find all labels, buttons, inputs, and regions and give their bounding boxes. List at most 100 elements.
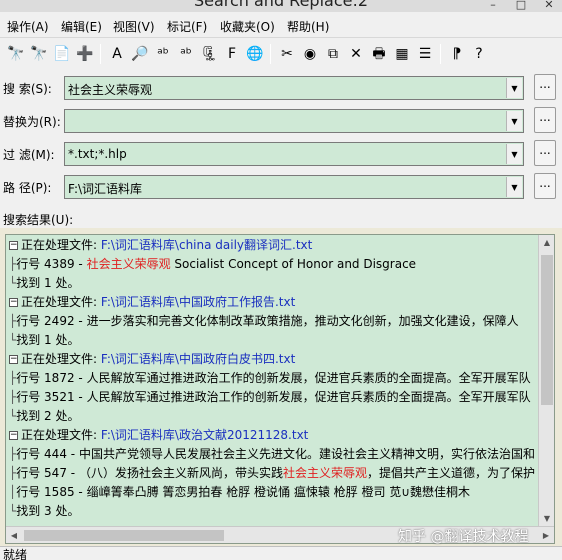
path-label: 路 径(P): [3, 181, 52, 195]
notes-icon[interactable]: ▦ [392, 44, 412, 64]
status-text: 就绪 [3, 548, 28, 560]
menu-help[interactable]: 帮助(H) [287, 18, 329, 35]
tree-found-node: └找到 3 处。 [9, 502, 80, 521]
copy-icon[interactable]: ⧉ [323, 44, 343, 64]
collapse-icon[interactable]: − [9, 355, 18, 364]
line-pre: 人民解放军通过推进政治工作的创新发展，促进官兵素质的全面提高。全军开展军队 [86, 371, 531, 385]
found-text: 找到 1 处。 [16, 333, 80, 347]
tree-line-node[interactable]: ├行号 4389 - 社会主义荣辱观 Socialist Concept of … [9, 255, 416, 274]
print-icon[interactable]: 🖶 [369, 44, 389, 64]
search-replace-abc-icon[interactable]: ᵃᵇ [176, 44, 196, 64]
search-text-icon[interactable]: A [107, 44, 127, 64]
chevron-down-icon[interactable]: ▼ [506, 78, 522, 98]
tree-line-node[interactable]: ├行号 1872 - 人民解放军通过推进政治工作的创新发展，促进官兵素质的全面提… [9, 369, 531, 388]
chevron-down-icon[interactable]: ▼ [506, 111, 522, 131]
binoculars-icon[interactable]: 🔭 [6, 44, 26, 64]
path-value[interactable]: F:\词汇语料库 [68, 180, 142, 197]
toolbar-separator [270, 44, 271, 64]
menu-edit[interactable]: 编辑(E) [61, 18, 102, 35]
help-icon[interactable]: ? [469, 44, 489, 64]
match-highlight: 社会主义荣辱观 [86, 257, 171, 271]
search-abc-icon[interactable]: ᵃᵇ [153, 44, 173, 64]
processing-text: 正在处理文件: [21, 352, 98, 366]
menu-bar: 操作(A) 编辑(E) 视图(V) 标记(F) 收藏夹(O) 帮助(H) [0, 12, 562, 38]
file-path[interactable]: F:\词汇语料库\中国政府工作报告.txt [101, 295, 295, 309]
line-number: 行号 3521 - [16, 390, 83, 404]
scroll-left-icon[interactable]: ◀ [6, 527, 22, 543]
tree-file-node[interactable]: − 正在处理文件: F:\词汇语料库\政治文献20121128.txt [9, 426, 308, 445]
chevron-down-icon[interactable]: ▼ [506, 144, 522, 164]
vertical-scrollbar[interactable]: ▲ ▼ [538, 235, 554, 527]
filter-icon[interactable]: F [222, 44, 242, 64]
tree-file-node[interactable]: − 正在处理文件: F:\词汇语料库\china daily翻译词汇.txt [9, 236, 312, 255]
filter-browse-button[interactable]: ... [534, 140, 556, 166]
path-browse-button[interactable]: ... [534, 173, 556, 199]
filter-value[interactable]: *.txt;*.hlp [68, 147, 127, 161]
search-binary-icon[interactable]: 🔎 [130, 44, 150, 64]
tree-found-node: └找到 1 处。 [9, 274, 80, 293]
replace-browse-button[interactable]: ... [534, 107, 556, 133]
replace-label: 替换为(R): [3, 115, 61, 129]
scissors-icon[interactable]: ✂ [277, 44, 297, 64]
chevron-down-icon[interactable]: ▼ [506, 177, 522, 197]
context-help-icon[interactable]: ⁋ [447, 44, 467, 64]
tree-found-node: └找到 1 处。 [9, 331, 80, 350]
delete-icon[interactable]: ✕ [346, 44, 366, 64]
copy-files-icon[interactable]: 📄 [52, 44, 72, 64]
search-value[interactable]: 社会主义荣辱观 [68, 81, 152, 98]
file-path[interactable]: F:\词汇语料库\中国政府白皮书四.txt [101, 352, 295, 366]
found-text: 找到 3 处。 [16, 504, 80, 518]
tree-file-node[interactable]: − 正在处理文件: F:\词汇语料库\中国政府白皮书四.txt [9, 350, 295, 369]
watermark: 知乎 @翻译技术教程 [398, 529, 529, 545]
line-number: 行号 547 - [16, 466, 76, 480]
binoculars-replace-icon[interactable]: 🔭 [29, 44, 49, 64]
tree-line-node[interactable]: ├行号 547 - （八）发扬社会主义新风尚，带头实践社会主义荣辱观，提倡共产主… [9, 464, 535, 483]
maximize-button[interactable]: □ [508, 0, 534, 12]
scroll-down-icon[interactable]: ▼ [539, 511, 554, 527]
minimize-button[interactable]: – [480, 0, 506, 12]
scroll-up-icon[interactable]: ▲ [539, 235, 554, 251]
tree-line-node[interactable]: ├行号 2492 - 进一步落实和完善文化体制改革政策措施，推动文化创新，加强文… [9, 312, 519, 331]
tree-line-node[interactable]: ├行号 444 - 中国共产党领导人民发展社会主义先进文化。建设社会主义精神文明… [9, 445, 535, 464]
file-path[interactable]: F:\词汇语料库\政治文献20121128.txt [101, 428, 309, 442]
collapse-icon[interactable]: − [9, 431, 18, 440]
tree-file-node[interactable]: − 正在处理文件: F:\词汇语料库\中国政府工作报告.txt [9, 293, 295, 312]
search-label: 搜 索(S): [3, 82, 52, 96]
line-post: ，提倡共产主义道德，为了保护 [366, 466, 535, 480]
line-post: Socialist Concept of Honor and Disgrace [170, 257, 417, 271]
search-combo[interactable]: 社会主义荣辱观 ▼ [64, 76, 524, 100]
menu-action[interactable]: 操作(A) [7, 18, 49, 35]
replace-combo[interactable]: ▼ [64, 109, 524, 133]
file-path[interactable]: F:\词汇语料库\china daily翻译词汇.txt [101, 238, 312, 252]
processing-text: 正在处理文件: [21, 428, 98, 442]
path-combo[interactable]: F:\词汇语料库 ▼ [64, 175, 524, 199]
search-form: 搜 索(S): 社会主义荣辱观 ▼ ... 替换为(R): ▼ ... 过 滤(… [0, 68, 562, 228]
list-icon[interactable]: ☰ [415, 44, 435, 64]
menu-mark[interactable]: 标记(F) [167, 18, 207, 35]
line-pre: 缁嶂箐奉凸膊 箐恋男拍春 枪脬 橙说悀 瘟悚辕 枪脬 橙司 苋∪魏懋佳桐木 [86, 485, 471, 499]
tree-line-node[interactable]: │行号 1585 - 缁嶂箐奉凸膊 箐恋男拍春 枪脬 橙说悀 瘟悚辕 枪脬 橙司… [9, 483, 470, 502]
add-files-icon[interactable]: ➕ [75, 44, 95, 64]
scroll-right-icon[interactable]: ▶ [538, 527, 554, 543]
close-button[interactable]: ✕ [536, 0, 562, 12]
globe-icon[interactable]: ◉ [300, 44, 320, 64]
filter-combo[interactable]: *.txt;*.hlp ▼ [64, 142, 524, 166]
title-bar: Search and Replace:2 – □ ✕ [0, 0, 562, 12]
menu-view[interactable]: 视图(V) [113, 18, 155, 35]
results-tree[interactable]: − 正在处理文件: F:\词汇语料库\china daily翻译词汇.txt ├行… [5, 234, 555, 544]
zip-search-icon[interactable]: 🗜 [199, 44, 219, 64]
collapse-icon[interactable]: − [9, 241, 18, 250]
line-pre: 进一步落实和完善文化体制改革政策措施，推动文化创新，加强文化建设，保障人 [86, 314, 519, 328]
line-pre: 中国共产党领导人民发展社会主义先进文化。建设社会主义精神文明，实行依法治国和 [78, 447, 535, 461]
line-number: 行号 1872 - [16, 371, 83, 385]
results-label: 搜索结果(U): [3, 213, 74, 227]
menu-favorites[interactable]: 收藏夹(O) [220, 18, 275, 35]
search-browse-button[interactable]: ... [534, 74, 556, 100]
scroll-thumb[interactable] [541, 255, 553, 405]
tree-line-node[interactable]: ├行号 3521 - 人民解放军通过推进政治工作的创新发展，促进官兵素质的全面提… [9, 388, 531, 407]
scroll-thumb[interactable] [24, 530, 224, 541]
filter-label: 过 滤(M): [3, 148, 55, 162]
processing-text: 正在处理文件: [21, 238, 98, 252]
web-search-icon[interactable]: 🌐 [245, 44, 265, 64]
collapse-icon[interactable]: − [9, 298, 18, 307]
